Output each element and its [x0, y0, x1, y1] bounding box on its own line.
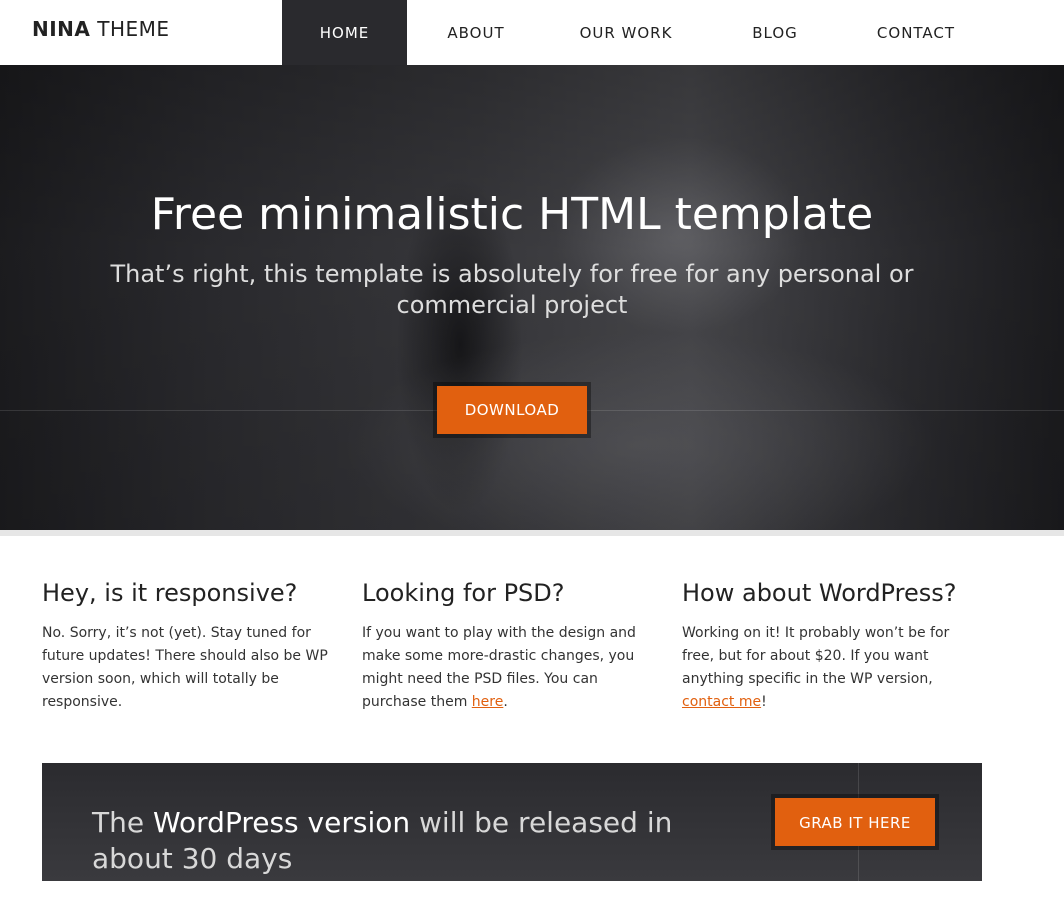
feature-psd: Looking for PSD? If you want to play wit…	[362, 576, 662, 714]
hero-bottom-border	[0, 530, 1064, 536]
hero-section: Free minimalistic HTML template That’s r…	[0, 65, 1064, 530]
wordpress-banner: The WordPress version will be released i…	[42, 763, 982, 881]
hero-title: Free minimalistic HTML template	[150, 189, 874, 240]
nav-item-blog[interactable]: BLOG	[707, 0, 843, 65]
site-header: NINA THEME HOME ABOUT OUR WORK BLOG CONT…	[0, 0, 1064, 65]
nav-item-contact[interactable]: CONTACT	[843, 0, 989, 65]
logo-light-text: THEME	[97, 17, 170, 41]
feature-heading: Looking for PSD?	[362, 579, 565, 607]
nav-item-our-work[interactable]: OUR WORK	[545, 0, 707, 65]
feature-heading: How about WordPress?	[682, 579, 957, 607]
feature-heading: Hey, is it responsive?	[42, 579, 298, 607]
feature-body: No. Sorry, it’s not (yet). Stay tuned fo…	[42, 625, 328, 710]
download-button[interactable]: DOWNLOAD	[437, 386, 587, 434]
feature-text: No. Sorry, it’s not (yet). Stay tuned fo…	[42, 622, 342, 714]
feature-text-end: !	[761, 694, 767, 710]
feature-wordpress: How about WordPress? Working on it! It p…	[682, 576, 982, 714]
nav-item-about[interactable]: ABOUT	[407, 0, 545, 65]
contact-me-link[interactable]: contact me	[682, 694, 761, 710]
nav-item-home[interactable]: HOME	[282, 0, 407, 65]
feature-body: Working on it! It probably won’t be for …	[682, 625, 950, 687]
site-logo[interactable]: NINA THEME	[32, 17, 170, 41]
banner-text-highlight: WordPress version	[152, 806, 411, 839]
grab-it-here-button[interactable]: GRAB IT HERE	[775, 798, 935, 846]
feature-responsive: Hey, is it responsive? No. Sorry, it’s n…	[42, 576, 342, 714]
psd-purchase-link[interactable]: here	[472, 694, 504, 710]
banner-text: The WordPress version will be released i…	[92, 805, 732, 877]
feature-text-end: .	[503, 694, 508, 710]
main-nav: HOME ABOUT OUR WORK BLOG CONTACT	[282, 0, 989, 65]
hero-subtitle: That’s right, this template is absolutel…	[110, 260, 914, 319]
logo-bold-text: NINA	[32, 17, 91, 41]
feature-text: Working on it! It probably won’t be for …	[682, 622, 982, 714]
feature-text: If you want to play with the design and …	[362, 622, 662, 714]
banner-text-before: The	[92, 806, 153, 839]
